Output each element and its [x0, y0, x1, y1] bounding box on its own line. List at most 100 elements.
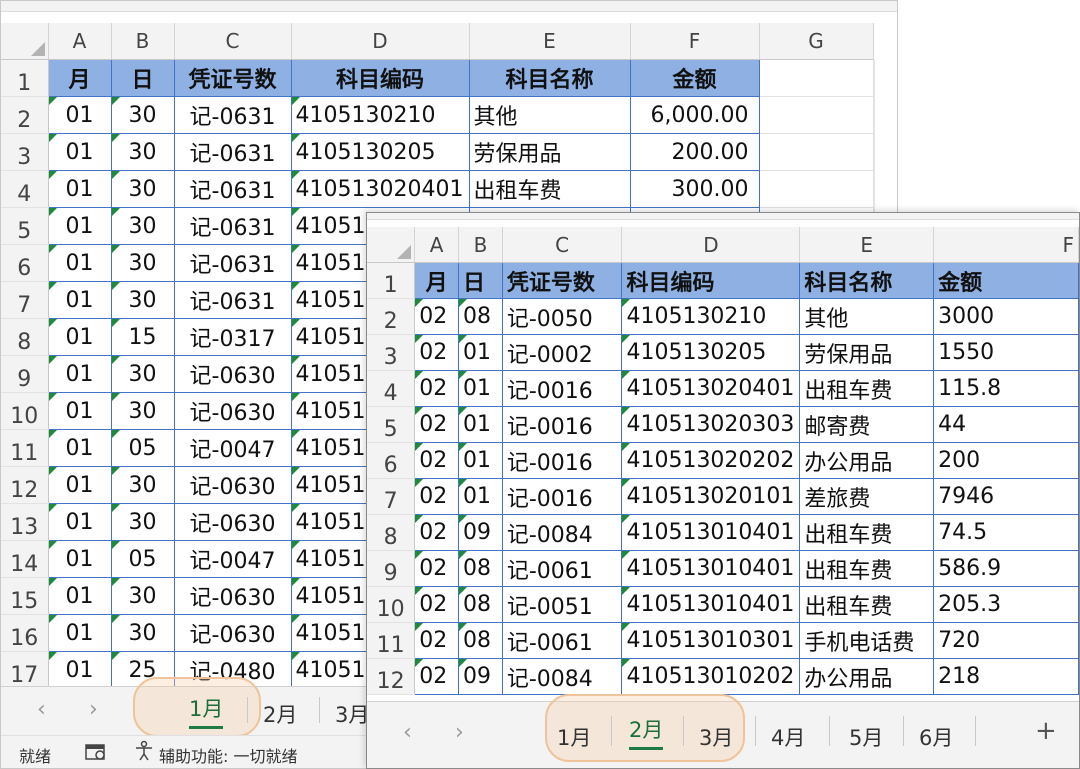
cell[interactable]: 记-0050: [501, 298, 623, 335]
row-header[interactable]: 17: [1, 651, 49, 689]
column-title-cell[interactable]: 月: [47, 59, 112, 97]
cell[interactable]: 记-0631: [173, 207, 292, 245]
cell[interactable]: 01: [47, 207, 112, 245]
cell[interactable]: 01: [47, 96, 112, 134]
sheet-tab-3[interactable]: 3月: [335, 699, 369, 729]
row-header[interactable]: 8: [1, 318, 49, 356]
cell[interactable]: 记-0084: [501, 514, 623, 551]
column-title-cell[interactable]: 日: [110, 59, 175, 97]
cell[interactable]: 记-0317: [173, 318, 292, 356]
cell[interactable]: 02: [414, 406, 460, 443]
cell[interactable]: 410513010401: [621, 514, 801, 551]
row-header[interactable]: 3: [367, 334, 416, 371]
empty-cell[interactable]: [759, 133, 874, 171]
empty-cell[interactable]: [873, 133, 875, 171]
cell[interactable]: 记-0016: [501, 478, 623, 515]
cell[interactable]: 出租车费: [799, 550, 935, 587]
cell[interactable]: 586.9: [933, 550, 1079, 587]
cell[interactable]: 01: [47, 244, 112, 282]
cell[interactable]: 44: [933, 406, 1079, 443]
cell[interactable]: 02: [414, 334, 460, 371]
cell[interactable]: 4105130205: [621, 334, 801, 371]
next-sheet-button[interactable]: ›: [89, 697, 98, 722]
cell[interactable]: 02: [414, 622, 460, 659]
cell[interactable]: 出租车费: [799, 586, 935, 623]
cell[interactable]: 300.00: [629, 170, 760, 208]
cell[interactable]: 记-0630: [173, 392, 292, 430]
cell[interactable]: 01: [47, 318, 112, 356]
cell[interactable]: 其他: [468, 96, 631, 134]
cell[interactable]: 7946: [933, 478, 1079, 515]
cell[interactable]: 08: [458, 586, 503, 623]
column-title-cell[interactable]: 科目名称: [799, 262, 935, 299]
cell[interactable]: 记-0630: [173, 614, 292, 652]
cell[interactable]: 记-0047: [173, 429, 292, 467]
cell[interactable]: 记-0051: [501, 586, 623, 623]
cell[interactable]: 30: [110, 466, 175, 504]
row-header[interactable]: 10: [1, 392, 49, 430]
sheet-tab-4[interactable]: 4月: [771, 722, 805, 752]
sheet-tab-3[interactable]: 3月: [699, 722, 733, 752]
prev-sheet-button[interactable]: ‹: [403, 720, 412, 745]
cell[interactable]: 410513020101: [621, 478, 801, 515]
cell[interactable]: 01: [47, 577, 112, 615]
cell[interactable]: 30: [110, 392, 175, 430]
empty-cell[interactable]: [873, 96, 875, 134]
cell[interactable]: 01: [47, 466, 112, 504]
cell[interactable]: 01: [47, 281, 112, 319]
cell[interactable]: 410513020202: [621, 442, 801, 479]
row-header[interactable]: 4: [367, 370, 416, 407]
prev-sheet-button[interactable]: ‹: [37, 697, 46, 722]
column-header[interactable]: F: [630, 23, 760, 60]
column-header[interactable]: E: [469, 23, 631, 60]
cell[interactable]: 02: [414, 442, 460, 479]
next-sheet-button[interactable]: ›: [455, 720, 464, 745]
row-header[interactable]: 8: [367, 514, 416, 551]
cell[interactable]: 02: [414, 658, 460, 695]
cell[interactable]: 115.8: [933, 370, 1079, 407]
cell[interactable]: 410513020401: [290, 170, 470, 208]
column-header[interactable]: C: [502, 227, 623, 263]
cell[interactable]: 02: [414, 550, 460, 587]
cell[interactable]: 30: [110, 355, 175, 393]
cell[interactable]: 1550: [933, 334, 1079, 371]
cell[interactable]: 01: [47, 170, 112, 208]
row-header[interactable]: 1: [1, 59, 49, 97]
row-header[interactable]: 6: [367, 442, 416, 479]
macro-record-icon[interactable]: [85, 742, 107, 766]
row-header[interactable]: 2: [1, 96, 49, 134]
cell[interactable]: 410513020401: [621, 370, 801, 407]
cell[interactable]: 205.3: [933, 586, 1079, 623]
cell[interactable]: 09: [458, 514, 503, 551]
sheet-tab-6[interactable]: 6月: [919, 722, 953, 752]
row-header[interactable]: 3: [1, 133, 49, 171]
cell[interactable]: 01: [458, 370, 503, 407]
cell[interactable]: 记-0631: [173, 170, 292, 208]
empty-cell[interactable]: [873, 170, 875, 208]
cell[interactable]: 记-0016: [501, 442, 623, 479]
cell[interactable]: 410513010401: [621, 550, 801, 587]
cell[interactable]: 410513020303: [621, 406, 801, 443]
cell[interactable]: 30: [110, 207, 175, 245]
sheet-tab-5[interactable]: 5月: [849, 722, 883, 752]
row-header[interactable]: 9: [1, 355, 49, 393]
column-header[interactable]: C: [174, 23, 292, 60]
cell[interactable]: 74.5: [933, 514, 1079, 551]
cell[interactable]: 30: [110, 281, 175, 319]
cell[interactable]: 15: [110, 318, 175, 356]
cell[interactable]: 记-0631: [173, 281, 292, 319]
sheet-tab-1[interactable]: 1月: [557, 722, 591, 752]
column-header[interactable]: A: [414, 227, 460, 263]
cell[interactable]: 30: [110, 170, 175, 208]
add-sheet-button[interactable]: +: [1035, 716, 1057, 746]
cell[interactable]: 05: [110, 540, 175, 578]
column-header[interactable]: D: [291, 23, 470, 60]
column-title-cell[interactable]: 凭证号数: [501, 262, 623, 299]
row-header[interactable]: 12: [1, 466, 49, 504]
cell[interactable]: 3000: [933, 298, 1079, 335]
cell[interactable]: 记-0630: [173, 355, 292, 393]
cell[interactable]: 05: [110, 429, 175, 467]
column-title-cell[interactable]: 月: [414, 262, 460, 299]
cell[interactable]: 01: [47, 133, 112, 171]
cell[interactable]: 记-0084: [501, 658, 623, 695]
